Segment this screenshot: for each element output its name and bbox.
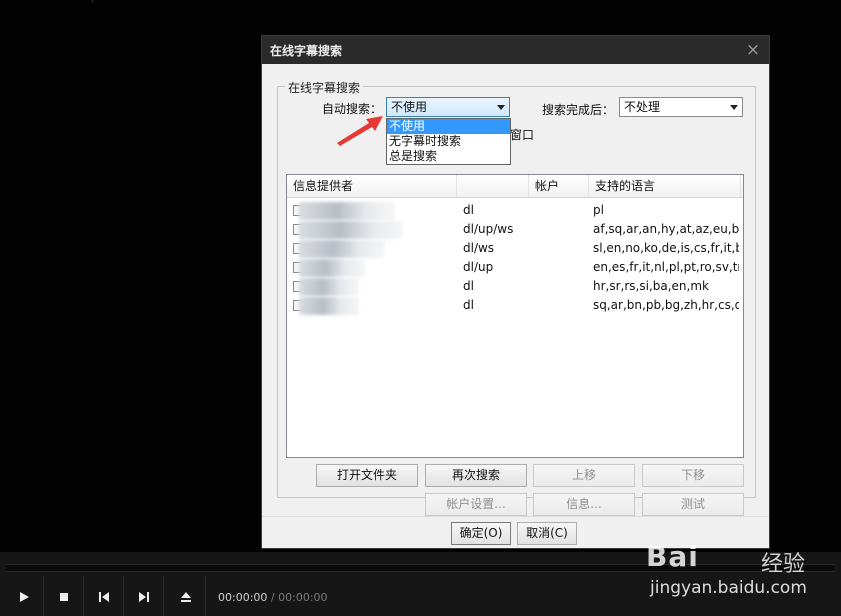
capabilities-cell: dl/up/ws — [463, 222, 514, 236]
column-header-account[interactable]: 帐户 — [529, 175, 589, 197]
column-header-capabilities[interactable] — [457, 175, 529, 197]
table-row[interactable]: dl hr,sr,rs,si,ba,en,mk — [287, 277, 743, 296]
account-settings-button[interactable]: 帐户设置... — [425, 493, 527, 516]
test-button[interactable]: 测试 — [642, 493, 744, 516]
dialog-titlebar[interactable]: 在线字幕搜索 × — [262, 36, 769, 64]
table-row[interactable]: dl pl — [287, 201, 743, 220]
dropdown-option-when-missing[interactable]: 无字幕时搜索 — [387, 134, 510, 149]
play-button[interactable] — [4, 576, 44, 616]
stop-icon — [59, 592, 68, 601]
watermark-brand-suffix: 经验 — [761, 552, 806, 577]
languages-cell: hr,sr,rs,si,ba,en,mk — [593, 279, 709, 293]
seek-bar[interactable] — [6, 564, 835, 572]
table-row[interactable]: dl/up en,es,fr,it,nl,pl,pt,ro,sv,tr — [287, 258, 743, 277]
after-search-label: 搜索完成后： — [542, 103, 615, 117]
move-down-button[interactable]: 下移 — [642, 464, 744, 487]
provider-name-redacted — [299, 221, 403, 239]
column-header-provider[interactable]: 信息提供者 — [287, 175, 457, 197]
window-seam — [92, 0, 93, 3]
after-search-value: 不处理 — [624, 100, 661, 114]
languages-cell: sl,en,no,ko,de,is,cs,fr,it,b... — [593, 241, 739, 255]
capabilities-cell: dl/ws — [463, 241, 495, 255]
stop-button[interactable] — [44, 576, 84, 616]
capabilities-cell: dl — [463, 279, 474, 293]
next-icon — [138, 591, 149, 602]
capabilities-cell: dl — [463, 298, 474, 312]
eject-icon — [180, 591, 191, 602]
play-icon — [19, 591, 29, 602]
time-separator: / — [270, 591, 275, 604]
languages-cell: af,sq,ar,an,hy,at,az,eu,be... — [593, 222, 739, 236]
auto-search-dropdown: 不使用 无字幕时搜索 总是搜索 — [386, 118, 511, 165]
dropdown-option-always[interactable]: 总是搜索 — [387, 149, 510, 164]
after-search-select[interactable]: 不处理 — [619, 97, 743, 117]
close-icon[interactable]: × — [743, 40, 763, 60]
chevron-down-icon — [730, 105, 738, 110]
group-legend: 在线字幕搜索 — [285, 79, 364, 96]
capabilities-cell: dl/up — [463, 260, 494, 274]
duration-time: 00:00:00 — [278, 591, 328, 604]
languages-cell: en,es,fr,it,nl,pl,pt,ro,sv,tr — [593, 260, 739, 274]
table-row[interactable]: dl/up/ws af,sq,ar,an,hy,at,az,eu,be... — [287, 220, 743, 239]
move-up-button[interactable]: 上移 — [533, 464, 635, 487]
capabilities-cell: dl — [463, 203, 474, 217]
search-again-button[interactable]: 再次搜索 — [425, 464, 527, 487]
column-header-languages[interactable]: 支持的语言 — [589, 175, 741, 197]
time-readout: 00:00:00 / 00:00:00 — [218, 591, 328, 604]
previous-button[interactable] — [84, 576, 124, 616]
ok-button[interactable]: 确定(O) — [451, 522, 511, 545]
provider-name-redacted — [299, 202, 395, 220]
table-row[interactable]: dl sq,ar,bn,pb,bg,zh,hr,cs,d... — [287, 296, 743, 315]
languages-cell: sq,ar,bn,pb,bg,zh,hr,cs,d... — [593, 298, 739, 312]
dialog-title: 在线字幕搜索 — [270, 44, 343, 58]
footer-divider — [262, 516, 769, 517]
provider-name-redacted — [299, 259, 365, 277]
list-header: 信息提供者 帐户 支持的语言 — [287, 175, 743, 198]
open-folder-button[interactable]: 打开文件夹 — [316, 464, 418, 487]
dropdown-option-disabled[interactable]: 不使用 — [387, 119, 510, 134]
cancel-button[interactable]: 取消(C) — [517, 522, 577, 545]
auto-search-select[interactable]: 不使用 — [386, 97, 510, 117]
watermark-brand: Bai — [646, 540, 699, 573]
table-row[interactable]: dl/ws sl,en,no,ko,de,is,cs,fr,it,b... — [287, 239, 743, 258]
chevron-down-icon — [497, 105, 505, 110]
watermark-url: jingyan.baidu.com — [650, 578, 807, 598]
current-time: 00:00:00 — [218, 591, 268, 604]
eject-button[interactable] — [166, 576, 206, 616]
auto-search-value: 不使用 — [391, 100, 428, 114]
provider-name-redacted — [299, 297, 359, 315]
obscured-option-text: 窗口 — [510, 128, 535, 142]
annotation-arrow-icon — [337, 116, 383, 146]
provider-name-redacted — [299, 278, 359, 296]
previous-icon — [98, 591, 109, 602]
info-button[interactable]: 信息... — [533, 493, 635, 516]
languages-cell: pl — [593, 203, 604, 217]
provider-list[interactable]: 信息提供者 帐户 支持的语言 dl pl dl/up/ws af,sq,ar,a… — [286, 174, 744, 458]
provider-name-redacted — [299, 240, 385, 258]
next-button[interactable] — [124, 576, 164, 616]
